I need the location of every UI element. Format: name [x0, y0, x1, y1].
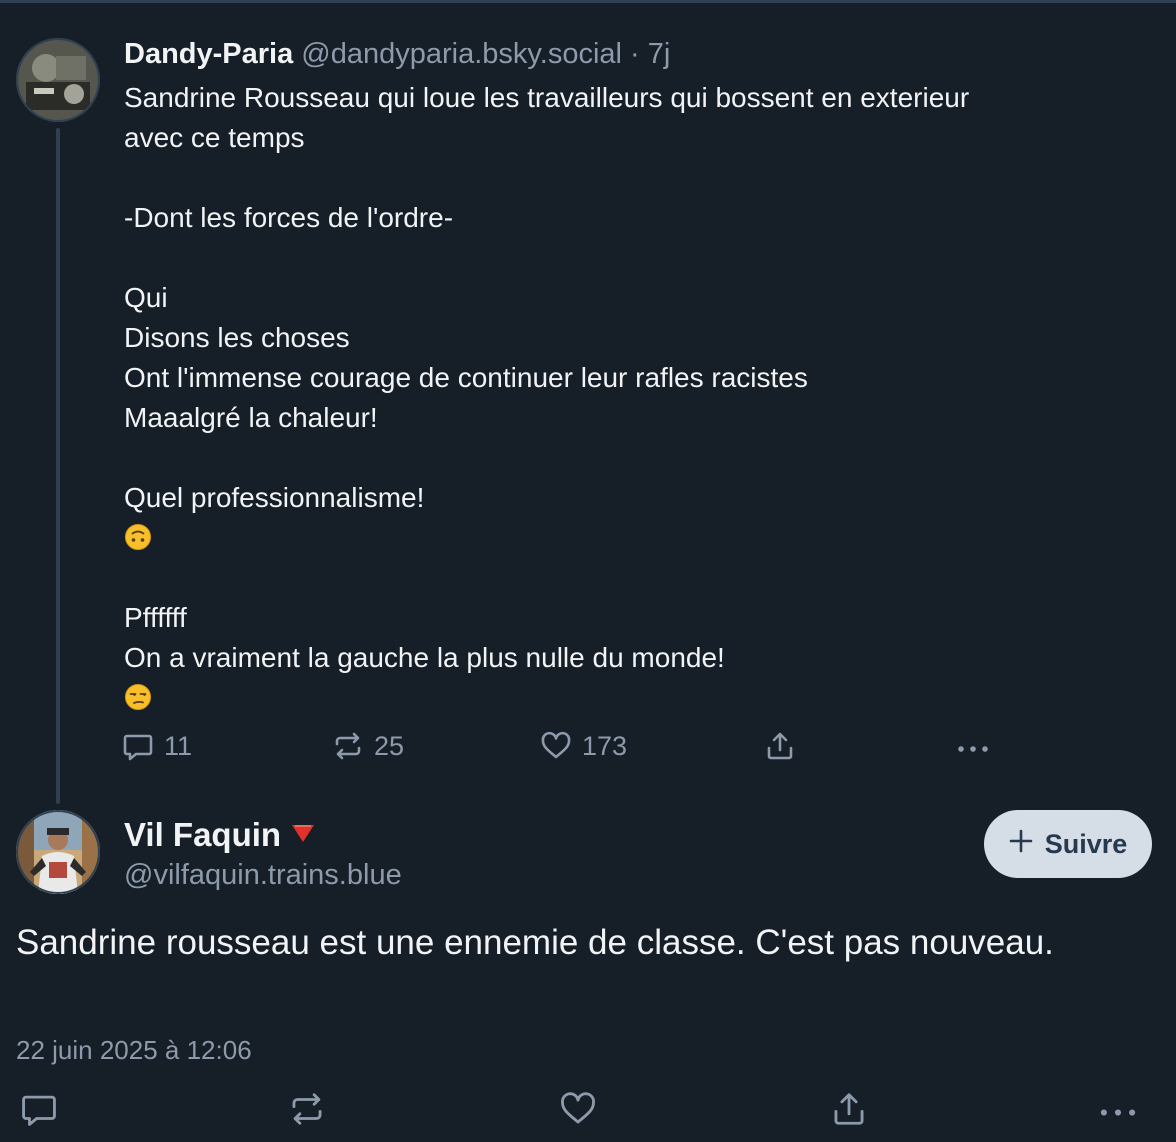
- parent-reply-button[interactable]: 11: [122, 730, 192, 762]
- parent-post-body: Sandrine Rousseau qui loue les travaille…: [124, 82, 970, 513]
- main-post-timestamp[interactable]: 22 juin 2025 à 12:06: [16, 1032, 252, 1068]
- parent-reply-count: 11: [164, 730, 193, 761]
- main-post-text: Sandrine rousseau est une ennemie de cla…: [16, 923, 1054, 962]
- parent-like-button[interactable]: 173: [540, 730, 627, 762]
- speech-bubble-icon: [20, 1090, 58, 1128]
- unamused-face-emoji-icon: [124, 682, 152, 710]
- parent-author-avatar[interactable]: [16, 38, 100, 122]
- parent-repost-count: 25: [374, 730, 405, 761]
- heart-icon: [540, 730, 572, 762]
- repost-arrows-icon: [332, 730, 364, 762]
- parent-more-button[interactable]: [956, 730, 990, 762]
- parent-post-text: Sandrine Rousseau qui loue les travaille…: [124, 78, 1124, 718]
- main-like-button[interactable]: [558, 1090, 598, 1128]
- parent-like-count: 173: [582, 730, 628, 761]
- upside-down-face-emoji-icon: [124, 522, 152, 550]
- main-more-button[interactable]: [1098, 1090, 1138, 1128]
- main-author-handle[interactable]: @vilfaquin.trains.blue: [124, 856, 402, 894]
- parent-post-age[interactable]: · 7j: [630, 38, 670, 70]
- main-author-name[interactable]: Vil Faquin: [124, 816, 281, 853]
- parent-author-handle[interactable]: @dandyparia.bsky.social: [301, 38, 622, 70]
- share-upload-icon: [764, 730, 796, 762]
- top-divider: [0, 0, 1176, 3]
- more-dots-icon: [956, 730, 990, 762]
- follow-button[interactable]: Suivre: [984, 810, 1152, 878]
- post-thread-view: Dandy-Paria @dandyparia.bsky.social · 7j…: [0, 0, 1176, 1142]
- parent-repost-button[interactable]: 25: [332, 730, 404, 762]
- parent-share-button[interactable]: [764, 730, 796, 762]
- follow-label: Suivre: [1044, 828, 1128, 859]
- parent-author-name[interactable]: Dandy-Paria: [124, 38, 293, 70]
- share-upload-icon: [830, 1090, 868, 1128]
- parent-post-body-2: Pffffff On a vraiment la gauche la plus …: [124, 602, 725, 673]
- repost-arrows-icon: [288, 1090, 326, 1128]
- main-reply-button[interactable]: [20, 1090, 58, 1128]
- main-author-avatar[interactable]: [16, 810, 100, 894]
- thread-connector-line: [56, 128, 60, 804]
- more-dots-icon: [1098, 1090, 1138, 1128]
- red-triangle-down-icon: [290, 812, 316, 854]
- heart-icon: [558, 1090, 598, 1128]
- main-author-name-row: Vil Faquin: [124, 812, 316, 856]
- main-repost-button[interactable]: [288, 1090, 326, 1128]
- plus-icon: [1009, 829, 1033, 860]
- speech-bubble-icon: [122, 730, 154, 762]
- parent-post-header: Dandy-Paria @dandyparia.bsky.social · 7j: [124, 34, 670, 74]
- main-share-button[interactable]: [830, 1090, 868, 1128]
